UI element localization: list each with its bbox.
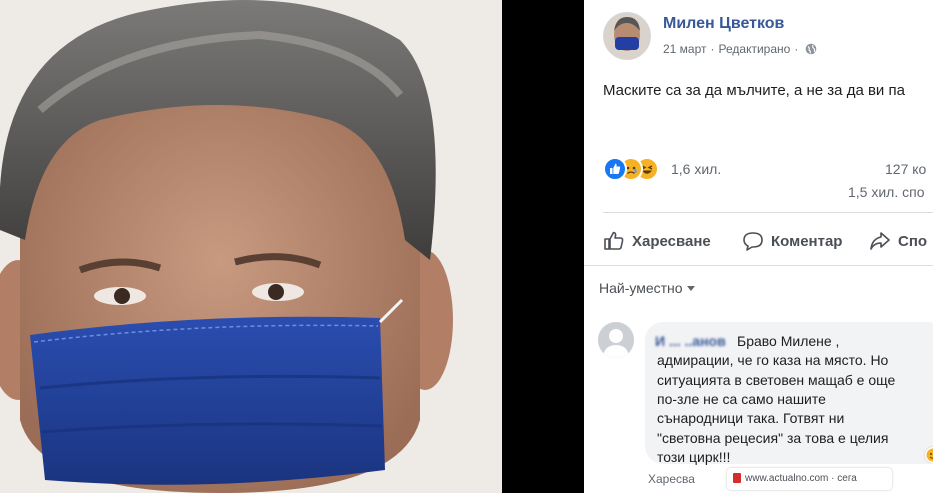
- shares-count[interactable]: 1,5 хил. спо: [848, 184, 925, 200]
- comments-count[interactable]: 127 ко: [885, 161, 926, 177]
- source-logo-icon: [733, 473, 741, 483]
- comment-text-line: Браво Милене ,: [737, 333, 840, 349]
- source-domain: www.actualno.com: [745, 473, 829, 484]
- comment-text-line: по-зле не са само нашите: [657, 391, 826, 407]
- divider: [603, 212, 933, 213]
- caret-down-icon: [686, 286, 695, 291]
- share-label: Спо: [898, 232, 928, 250]
- share-button[interactable]: Спо: [869, 231, 927, 251]
- comment-button[interactable]: Коментар: [742, 231, 842, 251]
- comment-reaction-icon[interactable]: [925, 447, 933, 463]
- edited-label[interactable]: Редактирано: [719, 42, 791, 56]
- globe-icon[interactable]: [805, 43, 817, 55]
- comment-like-link[interactable]: Харесва: [648, 472, 695, 486]
- comment-sort-dropdown[interactable]: Най-уместно: [599, 280, 695, 296]
- commenter-avatar[interactable]: [598, 322, 634, 358]
- comment-text-line: адмирации, че го каза на място. Но: [657, 352, 889, 368]
- photo-separator: [502, 0, 584, 493]
- share-icon: [870, 232, 890, 250]
- source-suffix: · сега: [831, 473, 857, 484]
- comment-text-line: ситуацията в световен мащаб е още: [657, 372, 896, 388]
- meta-separator: ·: [794, 42, 799, 56]
- like-label: Харесване: [632, 232, 711, 250]
- reaction-icons[interactable]: [603, 157, 663, 181]
- sort-label: Най-уместно: [599, 280, 683, 296]
- post-photo[interactable]: [0, 0, 502, 493]
- reaction-count[interactable]: 1,6 хил.: [671, 161, 721, 177]
- man-with-mask-photo: [0, 0, 502, 493]
- post-meta: 21 март · Редактирано ·: [663, 42, 817, 56]
- post-date[interactable]: 21 март: [663, 42, 707, 56]
- divider: [584, 265, 933, 266]
- commenter-name[interactable]: И ... ..анов: [655, 333, 726, 349]
- post-author[interactable]: Милен Цветков: [663, 15, 784, 33]
- like-button[interactable]: Харесване: [603, 231, 711, 251]
- post-panel: Милен Цветков 21 март · Редактирано · Маски…: [584, 0, 933, 493]
- comment-text-line: сънародници така. Готвят ни: [657, 410, 845, 426]
- comment-text-line: този цирк!!!: [657, 449, 731, 465]
- post-text: Маските са за да мълчите, а не за да ви …: [603, 82, 905, 99]
- like-icon: [603, 157, 627, 181]
- author-avatar[interactable]: [603, 12, 651, 60]
- thumbs-up-icon: [604, 231, 624, 250]
- meta-separator: ·: [710, 42, 715, 56]
- comment-label: Коментар: [771, 232, 843, 250]
- source-text: www.actualno.com · сега: [745, 473, 857, 484]
- comment-icon: [743, 232, 763, 251]
- comment-text-line: "световна рецесия" за това е целия: [657, 430, 889, 446]
